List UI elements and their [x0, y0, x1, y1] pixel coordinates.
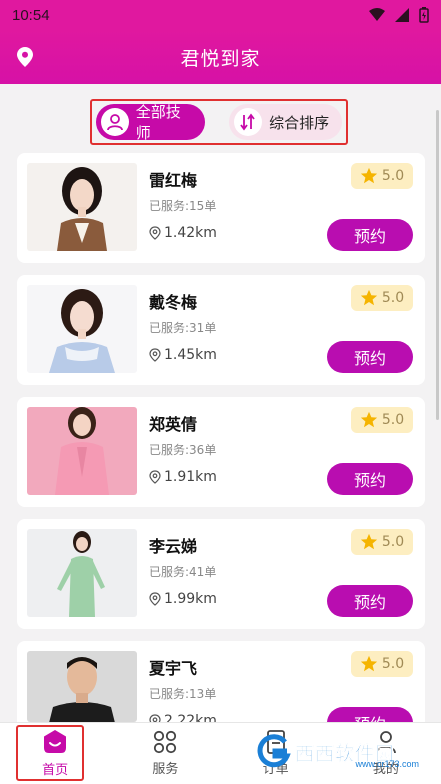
- book-button[interactable]: 预约: [327, 463, 413, 495]
- technician-card[interactable]: 李云娣 已服务:41单 1.99km 5.0 预约: [17, 519, 425, 629]
- star-icon: [360, 411, 377, 428]
- location-pin-icon: [149, 226, 161, 240]
- technician-name: 夏宇飞: [149, 659, 198, 678]
- sort-icon: [234, 108, 263, 136]
- location-pin-icon: [149, 470, 161, 484]
- technician-card[interactable]: 雷红梅 已服务:15单 1.42km 5.0 预约: [17, 153, 425, 263]
- technician-name: 雷红梅: [149, 171, 198, 190]
- scrollbar[interactable]: [436, 110, 439, 420]
- distance: 2.22km: [149, 713, 217, 722]
- location-pin-icon: [149, 348, 161, 362]
- battery-icon: [419, 7, 429, 23]
- distance-value: 1.91km: [164, 469, 217, 485]
- technician-photo: [27, 163, 137, 251]
- rating-badge: 5.0: [351, 285, 413, 311]
- technician-card[interactable]: 郑英倩 已服务:36单 1.91km 5.0 预约: [17, 397, 425, 507]
- status-bar: 10:54: [0, 0, 441, 30]
- sort-tab[interactable]: 综合排序: [229, 104, 342, 140]
- distance: 1.91km: [149, 469, 217, 485]
- status-time: 10:54: [12, 6, 50, 24]
- technician-photo: [27, 651, 137, 722]
- filter-bar: 全部技师 综合排序: [90, 99, 348, 145]
- rating-badge: 5.0: [351, 163, 413, 189]
- location-pin-icon: [149, 592, 161, 606]
- home-tab-highlight: [16, 725, 84, 781]
- all-technicians-label: 全部技师: [135, 103, 181, 142]
- distance: 1.42km: [149, 225, 217, 241]
- watermark: 西西软件园 www.cr173.com: [255, 729, 435, 775]
- technician-card[interactable]: 戴冬梅 已服务:31单 1.45km 5.0 预约: [17, 275, 425, 385]
- technician-photo: [27, 285, 137, 373]
- distance: 1.45km: [149, 347, 217, 363]
- technician-name: 戴冬梅: [149, 293, 198, 312]
- star-icon: [360, 289, 377, 306]
- served-count: 已服务:15单: [149, 199, 217, 213]
- distance-value: 1.42km: [164, 225, 217, 241]
- technician-card[interactable]: 夏宇飞 已服务:13单 2.22km 5.0 预约: [17, 641, 425, 722]
- person-icon: [101, 108, 129, 136]
- rating-badge: 5.0: [351, 407, 413, 433]
- location-pin-icon: [149, 714, 161, 722]
- rating-value: 5.0: [381, 290, 405, 306]
- book-button[interactable]: 预约: [327, 585, 413, 617]
- served-count: 已服务:36单: [149, 443, 217, 457]
- book-button[interactable]: 预约: [327, 219, 413, 251]
- distance-value: 2.22km: [164, 713, 217, 722]
- app-header: 君悦到家: [0, 30, 441, 84]
- rating-value: 5.0: [381, 534, 405, 550]
- signal-icon: [395, 8, 409, 22]
- watermark-url: www.cr173.com: [355, 759, 419, 769]
- distance-value: 1.45km: [164, 347, 217, 363]
- distance: 1.99km: [149, 591, 217, 607]
- rating-value: 5.0: [381, 168, 405, 184]
- technician-name: 郑英倩: [149, 415, 198, 434]
- all-technicians-tab[interactable]: 全部技师: [96, 103, 206, 142]
- wifi-icon: [369, 8, 385, 21]
- location-pin-icon[interactable]: [17, 47, 33, 67]
- rating-badge: 5.0: [351, 651, 413, 677]
- served-count: 已服务:41单: [149, 565, 217, 579]
- technician-photo: [27, 407, 137, 495]
- technician-photo: [27, 529, 137, 617]
- served-count: 已服务:13单: [149, 687, 217, 701]
- book-button[interactable]: 预约: [327, 707, 413, 722]
- star-icon: [360, 167, 377, 184]
- rating-badge: 5.0: [351, 529, 413, 555]
- sort-label: 综合排序: [269, 113, 330, 132]
- distance-value: 1.99km: [164, 591, 217, 607]
- technician-name: 李云娣: [149, 537, 198, 556]
- star-icon: [360, 533, 377, 550]
- star-icon: [360, 655, 377, 672]
- rating-value: 5.0: [381, 656, 405, 672]
- watermark-logo-icon: [257, 734, 291, 768]
- tab-services[interactable]: 服务: [110, 723, 220, 784]
- tab-services-label: 服务: [152, 762, 179, 777]
- page-title: 君悦到家: [180, 47, 261, 70]
- system-icons: [369, 7, 429, 23]
- served-count: 已服务:31单: [149, 321, 217, 335]
- book-button[interactable]: 预约: [327, 341, 413, 373]
- rating-value: 5.0: [381, 412, 405, 428]
- services-grid-icon: [154, 730, 177, 754]
